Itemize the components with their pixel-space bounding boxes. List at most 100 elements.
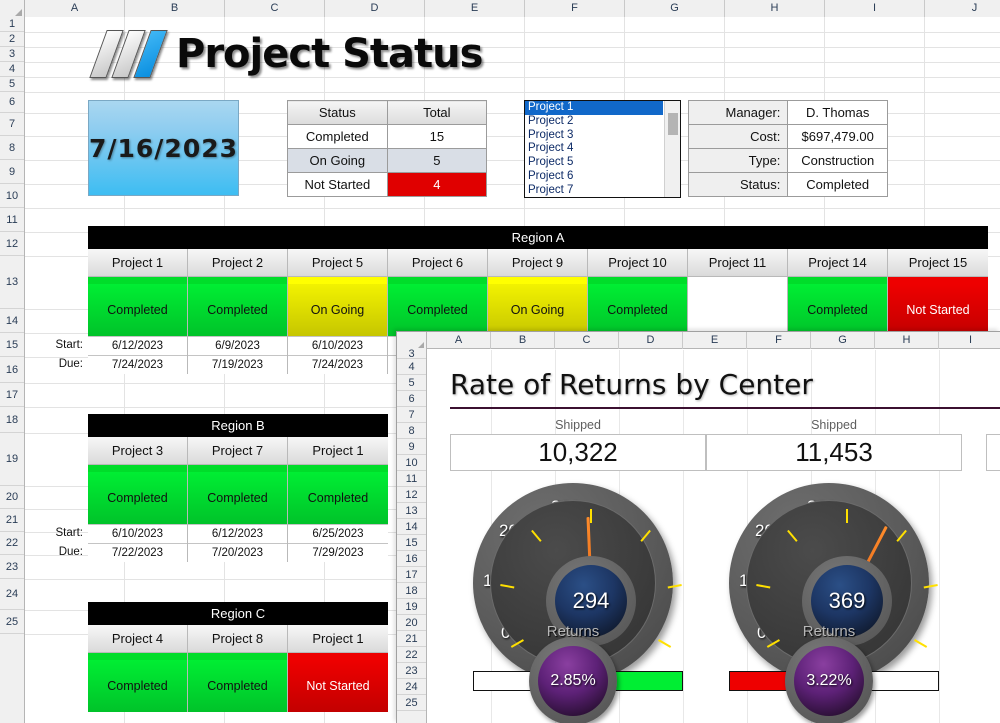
outer-column-header-d[interactable]: D <box>325 0 425 17</box>
inner-row-header-25[interactable]: 25 <box>397 695 426 711</box>
gauge-panel-2: Shipped 11,453 0100200300400500600369Retur… <box>706 416 962 723</box>
inner-row-header-4[interactable]: 4 <box>397 359 426 375</box>
outer-row-header-10[interactable]: 10 <box>0 184 24 208</box>
project-column[interactable]: Project 8 Completed <box>188 625 288 712</box>
outer-column-header-c[interactable]: C <box>225 0 325 17</box>
outer-column-header-a[interactable]: A <box>25 0 125 17</box>
rate-of-returns-window[interactable]: ABCDEFGHI 3 4 5 6 7 8 9 10 11 12 13 14 15 16 17 18 19 20 2… <box>396 331 1000 723</box>
inner-row-header-8[interactable]: 8 <box>397 423 426 439</box>
inner-column-header-d[interactable]: D <box>619 332 683 349</box>
select-all-corner[interactable] <box>0 0 25 17</box>
inner-row-header-5[interactable]: 5 <box>397 375 426 391</box>
outer-row-header-22[interactable]: 22 <box>0 532 24 555</box>
outer-row-header-20[interactable]: 20 <box>0 486 24 509</box>
outer-row-header-2[interactable]: 2 <box>0 32 24 47</box>
table-row: Not Started 4 <box>287 172 488 197</box>
outer-row-header-18[interactable]: 18 <box>0 407 24 433</box>
inner-column-header-f[interactable]: F <box>747 332 811 349</box>
inner-row-header-19[interactable]: 19 <box>397 599 426 615</box>
inner-column-header-b[interactable]: B <box>491 332 555 349</box>
outer-column-header-i[interactable]: I <box>825 0 925 17</box>
outer-column-header-j[interactable]: J <box>925 0 1000 17</box>
inner-row-header-21[interactable]: 21 <box>397 631 426 647</box>
outer-row-header-7[interactable]: 7 <box>0 113 24 136</box>
outer-row-header-4[interactable]: 4 <box>0 62 24 77</box>
list-item[interactable]: Project 5 <box>525 156 663 170</box>
inner-row-header-16[interactable]: 16 <box>397 551 426 567</box>
outer-column-header-f[interactable]: F <box>525 0 625 17</box>
inner-row-header-7[interactable]: 7 <box>397 407 426 423</box>
inner-row-header-3[interactable]: 3 <box>397 348 426 360</box>
project-column[interactable]: Project 5 On Going 6/10/2023 7/24/2023 <box>288 249 388 374</box>
outer-row-header-9[interactable]: 9 <box>0 160 24 184</box>
inner-column-header-i[interactable]: I <box>939 332 1000 349</box>
gauge-tick <box>756 584 771 589</box>
inner-row-header-13[interactable]: 13 <box>397 503 426 519</box>
inner-row-header-23[interactable]: 23 <box>397 663 426 679</box>
outer-column-header-b[interactable]: B <box>125 0 225 17</box>
outer-row-header-16[interactable]: 16 <box>0 357 24 383</box>
inner-row-header-6[interactable]: 6 <box>397 391 426 407</box>
gauge-tick <box>510 639 524 648</box>
project-column[interactable]: Project 1 Not Started <box>288 625 388 712</box>
list-item[interactable]: Project 7 <box>525 184 663 197</box>
project-status-bar <box>188 277 287 284</box>
list-item[interactable]: Project 6 <box>525 170 663 184</box>
inner-page-title: Rate of Returns by Center <box>450 368 813 401</box>
outer-row-header-3[interactable]: 3 <box>0 47 24 62</box>
listbox-scrollbar[interactable] <box>664 101 680 197</box>
list-item[interactable]: Project 4 <box>525 142 663 156</box>
project-listbox[interactable]: Project 1 Project 2 Project 3 Project 4 Proj… <box>524 100 681 198</box>
project-start-date: 6/25/2023 <box>288 524 388 543</box>
outer-column-header-g[interactable]: G <box>625 0 725 17</box>
inner-row-header-18[interactable]: 18 <box>397 583 426 599</box>
inner-row-header-17[interactable]: 17 <box>397 567 426 583</box>
outer-row-header-14[interactable]: 14 <box>0 309 24 333</box>
inner-row-header-15[interactable]: 15 <box>397 535 426 551</box>
inner-row-header-12[interactable]: 12 <box>397 487 426 503</box>
outer-row-header-15[interactable]: 15 <box>0 333 24 357</box>
shipped-value-box-3 <box>986 434 1000 471</box>
region-project-grid: Project 3 Completed 6/10/2023 7/22/2023 Proj… <box>88 437 388 562</box>
outer-row-header-23[interactable]: 23 <box>0 555 24 579</box>
outer-row-header-19[interactable]: 19 <box>0 433 24 486</box>
inner-column-header-c[interactable]: C <box>555 332 619 349</box>
inner-select-all-corner[interactable] <box>397 332 427 349</box>
project-column[interactable]: Project 3 Completed 6/10/2023 7/22/2023 <box>88 437 188 562</box>
project-start-date: 6/9/2023 <box>188 336 287 355</box>
listbox-scrollbar-thumb[interactable] <box>668 113 678 135</box>
list-item[interactable]: Project 1 <box>525 101 663 115</box>
inner-column-header-e[interactable]: E <box>683 332 747 349</box>
inner-row-header-24[interactable]: 24 <box>397 679 426 695</box>
project-column[interactable]: Project 4 Completed <box>88 625 188 712</box>
outer-column-header-e[interactable]: E <box>425 0 525 17</box>
outer-row-header-25[interactable]: 25 <box>0 610 24 634</box>
outer-row-header-1[interactable]: 1 <box>0 17 24 32</box>
inner-column-header-h[interactable]: H <box>875 332 939 349</box>
list-item[interactable]: Project 2 <box>525 115 663 129</box>
project-column[interactable]: Project 2 Completed 6/9/2023 7/19/2023 <box>188 249 288 374</box>
outer-row-header-5[interactable]: 5 <box>0 77 24 92</box>
outer-column-header-h[interactable]: H <box>725 0 825 17</box>
outer-row-header-21[interactable]: 21 <box>0 509 24 532</box>
inner-column-header-a[interactable]: A <box>427 332 491 349</box>
inner-row-header-11[interactable]: 11 <box>397 471 426 487</box>
project-column[interactable]: Project 1 Completed 6/12/2023 7/24/2023 <box>88 249 188 374</box>
outer-row-header-24[interactable]: 24 <box>0 579 24 610</box>
inner-row-header-14[interactable]: 14 <box>397 519 426 535</box>
outer-row-header-12[interactable]: 12 <box>0 232 24 256</box>
outer-row-header-6[interactable]: 6 <box>0 92 24 113</box>
outer-row-header-17[interactable]: 17 <box>0 383 24 407</box>
outer-row-header-11[interactable]: 11 <box>0 208 24 232</box>
outer-row-header-13[interactable]: 13 <box>0 256 24 309</box>
list-item[interactable]: Project 3 <box>525 129 663 143</box>
project-column[interactable]: Project 1 Completed 6/25/2023 7/29/2023 <box>288 437 388 562</box>
project-column[interactable]: Project 7 Completed 6/12/2023 7/20/2023 <box>188 437 288 562</box>
inner-row-header-20[interactable]: 20 <box>397 615 426 631</box>
inner-column-header-g[interactable]: G <box>811 332 875 349</box>
project-status-bar <box>788 277 887 284</box>
outer-row-header-8[interactable]: 8 <box>0 136 24 160</box>
inner-row-header-10[interactable]: 10 <box>397 455 426 471</box>
inner-row-header-22[interactable]: 22 <box>397 647 426 663</box>
inner-row-header-9[interactable]: 9 <box>397 439 426 455</box>
